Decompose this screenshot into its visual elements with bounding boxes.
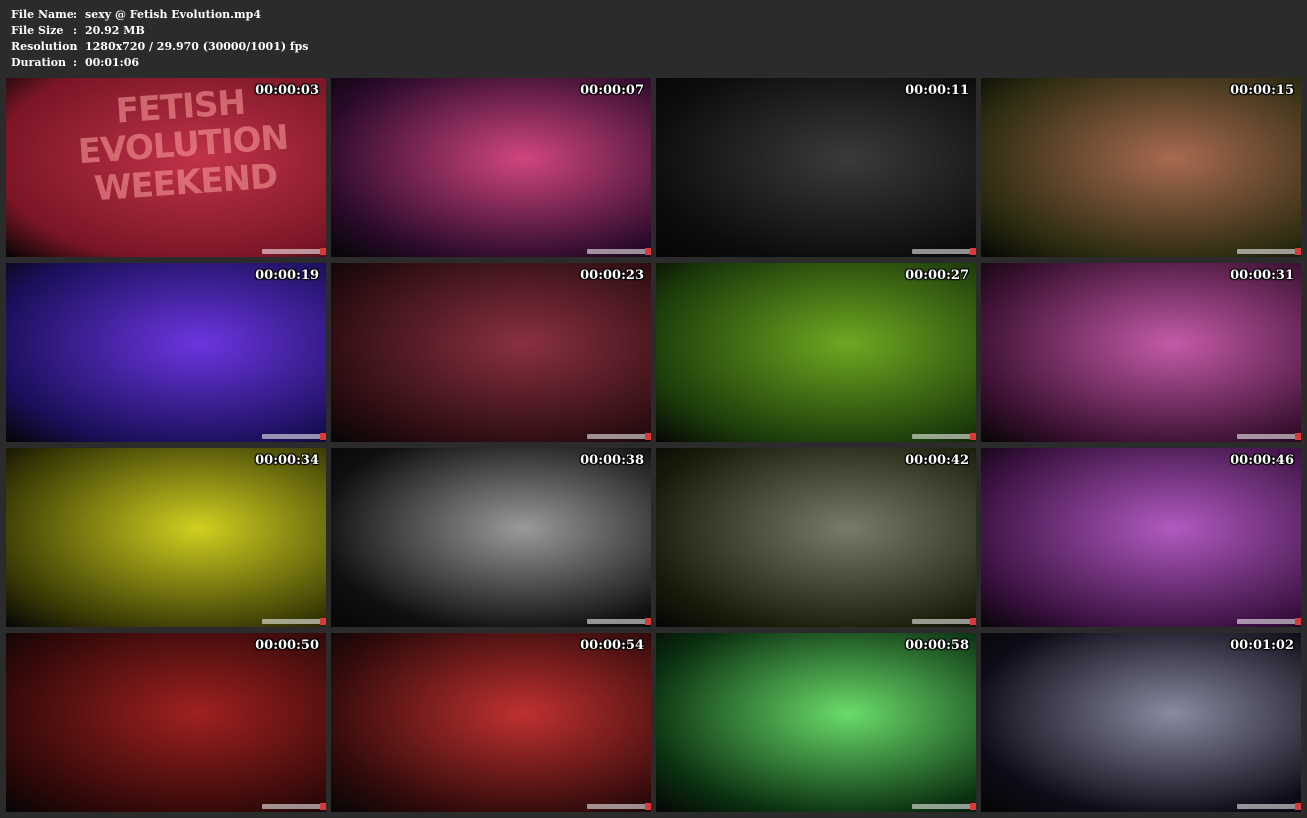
file-info-header: File Name : sexy @ Fetish Evolution.mp4 …: [11, 7, 309, 71]
timestamp-label: 00:00:19: [255, 268, 319, 283]
frame-image: [6, 633, 326, 812]
watermark-logo: [912, 618, 976, 625]
separator: :: [73, 8, 78, 21]
thumbnail-grid: FETISH EVOLUTION WEEKEND 00:00:03 00:00:07 00…: [6, 78, 1302, 812]
timestamp-label: 00:00:34: [255, 453, 319, 468]
frame-image: [6, 448, 326, 627]
watermark-logo: [912, 433, 976, 440]
watermark-logo: [1237, 803, 1301, 810]
frame-image: [981, 263, 1301, 442]
resolution-label: Resolution: [11, 40, 78, 53]
watermark-logo: [587, 433, 651, 440]
timestamp-label: 00:00:38: [580, 453, 644, 468]
video-thumbnail: 00:00:11: [656, 78, 976, 257]
video-thumbnail: 00:00:50: [6, 633, 326, 812]
timestamp-label: 00:00:58: [905, 638, 969, 653]
timestamp-label: 00:00:50: [255, 638, 319, 653]
video-thumbnail: 00:00:07: [331, 78, 651, 257]
watermark-logo: [1237, 618, 1301, 625]
separator: :: [73, 40, 78, 53]
separator: :: [73, 56, 78, 69]
video-thumbnail: 00:00:19: [6, 263, 326, 442]
frame-image: [331, 448, 651, 627]
timestamp-label: 00:00:11: [905, 83, 969, 98]
video-thumbnail: 00:00:46: [981, 448, 1301, 627]
video-thumbnail: 00:00:34: [6, 448, 326, 627]
video-thumbnail: 00:00:31: [981, 263, 1301, 442]
timestamp-label: 00:00:46: [1230, 453, 1294, 468]
watermark-logo: [262, 248, 326, 255]
timestamp-label: 00:00:07: [580, 83, 644, 98]
separator: :: [73, 24, 78, 37]
video-thumbnail: 00:00:38: [331, 448, 651, 627]
frame-image: [656, 263, 976, 442]
watermark-logo: [1237, 433, 1301, 440]
resolution-value: 1280x720 / 29.970 (30000/1001) fps: [85, 40, 309, 53]
file-name-row: File Name : sexy @ Fetish Evolution.mp4: [11, 7, 309, 23]
watermark-logo: [1237, 248, 1301, 255]
watermark-logo: [587, 248, 651, 255]
timestamp-label: 00:00:15: [1230, 83, 1294, 98]
video-thumbnail: FETISH EVOLUTION WEEKEND 00:00:03: [6, 78, 326, 257]
watermark-logo: [262, 618, 326, 625]
duration-row: Duration : 00:01:06: [11, 55, 309, 71]
frame-image: [656, 78, 976, 257]
timestamp-label: 00:00:42: [905, 453, 969, 468]
frame-image: [331, 263, 651, 442]
file-name-value: sexy @ Fetish Evolution.mp4: [85, 8, 261, 21]
duration-label: Duration: [11, 56, 67, 69]
timestamp-label: 00:00:31: [1230, 268, 1294, 283]
timestamp-label: 00:01:02: [1230, 638, 1294, 653]
video-thumbnail: 00:00:54: [331, 633, 651, 812]
frame-image: [331, 633, 651, 812]
frame-image: [656, 633, 976, 812]
resolution-row: Resolution : 1280x720 / 29.970 (30000/10…: [11, 39, 309, 55]
stage-banner-text: FETISH EVOLUTION WEEKEND: [74, 81, 292, 210]
frame-image: [981, 448, 1301, 627]
watermark-logo: [587, 618, 651, 625]
video-thumbnail: 00:00:23: [331, 263, 651, 442]
frame-image: [331, 78, 651, 257]
frame-image: [981, 78, 1301, 257]
video-thumbnail: 00:00:27: [656, 263, 976, 442]
timestamp-label: 00:00:23: [580, 268, 644, 283]
watermark-logo: [262, 433, 326, 440]
timestamp-label: 00:00:54: [580, 638, 644, 653]
timestamp-label: 00:00:27: [905, 268, 969, 283]
video-thumbnail: 00:00:42: [656, 448, 976, 627]
timestamp-label: 00:00:03: [255, 83, 319, 98]
file-size-label: File Size: [11, 24, 64, 37]
video-thumbnail: 00:00:15: [981, 78, 1301, 257]
file-size-row: File Size : 20.92 MB: [11, 23, 309, 39]
duration-value: 00:01:06: [85, 56, 140, 69]
frame-image: [656, 448, 976, 627]
frame-image: [6, 263, 326, 442]
video-thumbnail: 00:01:02: [981, 633, 1301, 812]
video-thumbnail: 00:00:58: [656, 633, 976, 812]
watermark-logo: [587, 803, 651, 810]
file-size-value: 20.92 MB: [85, 24, 145, 37]
file-name-label: File Name: [11, 8, 74, 21]
frame-image: [981, 633, 1301, 812]
watermark-logo: [912, 803, 976, 810]
watermark-logo: [912, 248, 976, 255]
watermark-logo: [262, 803, 326, 810]
